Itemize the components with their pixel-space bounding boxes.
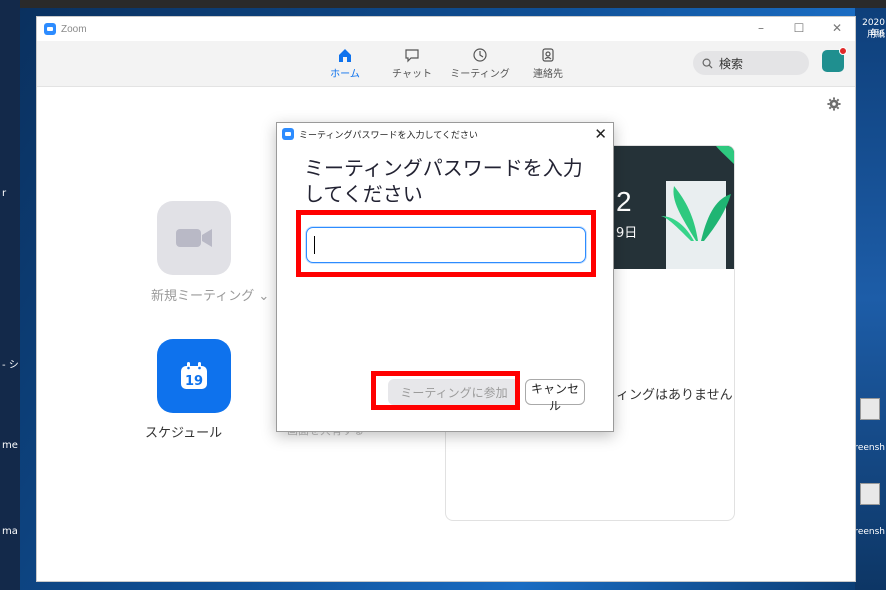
schedule-button[interactable]: 19 (157, 339, 231, 413)
desktop-fragment: ma (2, 526, 18, 537)
nav-meetings[interactable]: ミーティング (450, 47, 510, 80)
schedule-label: スケジュール (145, 426, 223, 441)
search-placeholder: 検索 (719, 56, 744, 71)
chat-icon (405, 49, 419, 63)
nav-meetings-label: ミーティング (450, 69, 510, 80)
nav-chat-label: チャット (392, 69, 432, 80)
calendar-icon: 19 (181, 362, 207, 389)
dialog-heading: ミーティングパスワードを入力してください (304, 156, 583, 206)
clock-icon (473, 48, 487, 62)
dialog-titlebar: ミーティングパスワードを入力してください (277, 123, 613, 145)
desktop-left-strip: r - シ me ma (0, 0, 20, 590)
search-icon (702, 58, 713, 69)
nav-contacts-label: 連絡先 (533, 69, 563, 80)
desktop-fragment: - シ (2, 360, 19, 371)
card-date: 9日 (616, 226, 638, 241)
minimize-button[interactable]: – (753, 21, 769, 35)
home-icon (339, 49, 351, 62)
nav-chat[interactable]: チャット (382, 47, 442, 80)
file-icon[interactable] (860, 483, 880, 505)
window-title: Zoom (61, 23, 87, 35)
card-time: 2 (616, 186, 632, 217)
new-meeting-button[interactable] (157, 201, 231, 275)
no-meetings-text: ィングはありません (616, 388, 733, 403)
dialog-title: ミーティングパスワードを入力してください (299, 129, 478, 140)
new-meeting-label: 新規ミーティング ⌄ (151, 289, 270, 304)
file-icon[interactable] (860, 398, 880, 420)
top-navbar: ホーム チャット ミーティング 連絡先 検索 (37, 41, 855, 87)
nav-home[interactable]: ホーム (315, 47, 375, 80)
cancel-button[interactable]: キャンセル (525, 379, 585, 413)
nav-home-label: ホーム (330, 69, 360, 80)
gear-icon[interactable] (827, 97, 841, 111)
window-titlebar: Zoom (37, 17, 855, 41)
close-window-button[interactable]: ✕ (829, 21, 845, 35)
desktop-fragment: 用紙 (866, 30, 885, 40)
nav-contacts[interactable]: 連絡先 (518, 47, 578, 80)
avatar[interactable] (822, 47, 847, 72)
desktop-top-strip (0, 0, 886, 8)
zoom-logo-icon (282, 128, 294, 140)
video-camera-icon (176, 229, 212, 247)
desktop-right-strip: 2020年6 用紙 creensh creensh (849, 8, 886, 590)
calendar-day: 19 (185, 374, 203, 389)
highlight-join-button (371, 371, 520, 410)
desktop-fragment: me (2, 440, 18, 451)
zoom-logo-icon (44, 23, 56, 35)
close-icon[interactable]: ✕ (594, 125, 607, 143)
highlight-password-box (296, 210, 596, 277)
window-controls: – ☐ ✕ (753, 21, 845, 35)
search-input[interactable]: 検索 (693, 51, 809, 75)
maximize-button[interactable]: ☐ (791, 21, 807, 35)
contacts-icon (542, 48, 554, 62)
desktop-fragment: r (2, 188, 7, 199)
notification-dot-icon (839, 47, 847, 55)
